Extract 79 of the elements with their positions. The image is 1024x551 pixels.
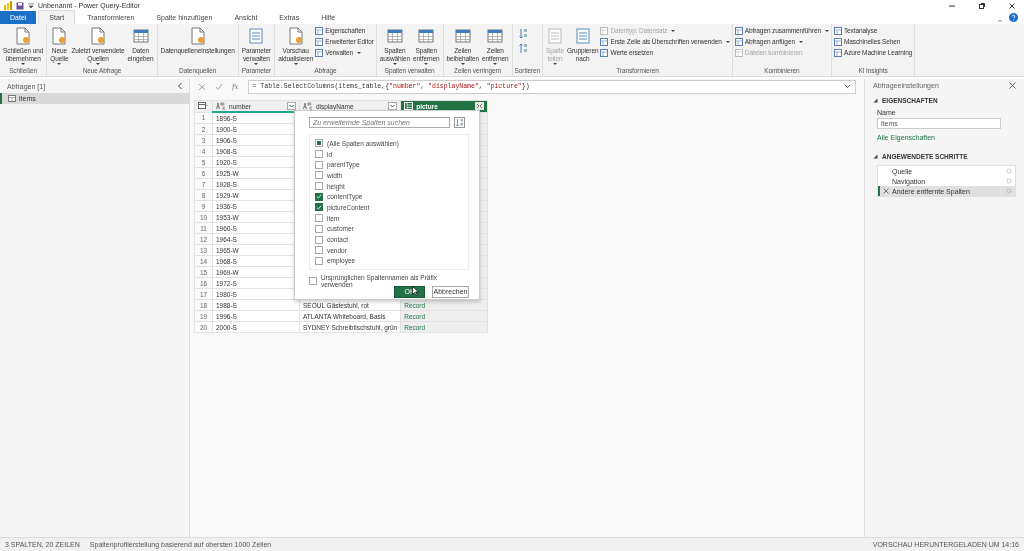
- document-icon: [189, 27, 206, 45]
- caret-icon: [21, 63, 26, 65]
- help-icon[interactable]: [1009, 13, 1018, 22]
- checkbox[interactable]: [315, 246, 323, 255]
- caret-icon: [798, 41, 803, 43]
- checkbox[interactable]: [315, 256, 323, 265]
- document-icon: [15, 27, 32, 45]
- table-icon: [833, 27, 842, 35]
- caret-icon: [293, 63, 298, 65]
- table-icon: [833, 49, 842, 57]
- chevron-down-icon[interactable]: [844, 84, 851, 89]
- table-icon: [8, 95, 16, 102]
- table-icon: [315, 38, 324, 46]
- sort-icon[interactable]: [454, 117, 465, 128]
- caret-icon: [824, 30, 829, 32]
- expand-icon[interactable]: [475, 102, 485, 111]
- table-icon: [487, 27, 504, 45]
- checkbox[interactable]: [315, 192, 323, 201]
- table-icon: [315, 27, 324, 35]
- collapse-icon[interactable]: [177, 82, 183, 90]
- table-icon: [833, 38, 842, 46]
- checkbox[interactable]: [315, 203, 323, 212]
- collapse-arrow-icon[interactable]: [873, 98, 878, 103]
- text-type-icon: [303, 102, 313, 111]
- document-icon: [51, 27, 68, 45]
- checkbox[interactable]: [315, 160, 323, 169]
- dropdown-icon[interactable]: [28, 2, 34, 9]
- table-icon: [454, 27, 471, 45]
- caret-icon: [493, 63, 498, 65]
- sort-descending-icon[interactable]: [518, 43, 528, 54]
- table-icon: [315, 49, 324, 57]
- check-icon[interactable]: [215, 82, 223, 91]
- list-icon: [547, 27, 563, 45]
- table-icon: [386, 27, 403, 45]
- cancel-icon[interactable]: [198, 82, 206, 91]
- document-icon: [287, 27, 304, 45]
- caret-icon: [96, 63, 101, 65]
- table-menu-button[interactable]: [194, 100, 213, 112]
- caret-icon: [725, 41, 730, 43]
- list-icon: [574, 27, 591, 45]
- checkbox[interactable]: [315, 150, 323, 159]
- caret-icon: [460, 63, 465, 65]
- checkbox[interactable]: [315, 139, 323, 148]
- close-icon[interactable]: [1009, 82, 1016, 89]
- sort-ascending-icon[interactable]: [518, 28, 528, 39]
- caret-icon: [424, 63, 429, 65]
- checkbox[interactable]: [315, 214, 323, 223]
- checkbox[interactable]: [309, 276, 317, 285]
- table-icon: [734, 27, 743, 35]
- table-icon: [600, 27, 609, 35]
- filter-dropdown-icon[interactable]: [388, 102, 398, 111]
- table-icon: [600, 49, 609, 57]
- checkbox[interactable]: [315, 182, 323, 191]
- caret-icon: [254, 63, 259, 65]
- list-icon: [248, 27, 265, 45]
- close-icon[interactable]: [1008, 1, 1016, 10]
- table-icon: [600, 38, 609, 46]
- table-icon: [734, 49, 743, 57]
- table-icon: [734, 38, 743, 46]
- caret-icon: [392, 63, 397, 65]
- filter-dropdown-icon[interactable]: [287, 102, 296, 110]
- caret-icon: [57, 63, 62, 65]
- save-icon[interactable]: [16, 1, 24, 10]
- table-icon: [418, 27, 435, 45]
- text-type-icon: [216, 102, 226, 110]
- document-icon: [90, 27, 107, 45]
- collapse-arrow-icon[interactable]: [873, 154, 878, 159]
- checkbox[interactable]: [315, 171, 323, 180]
- collapse-icon[interactable]: [997, 18, 1003, 24]
- caret-icon: [357, 52, 361, 54]
- caret-icon: [671, 30, 676, 32]
- delete-icon[interactable]: [883, 188, 889, 194]
- restore-icon[interactable]: [978, 1, 986, 10]
- app-logo-icon: [4, 1, 12, 10]
- caret-icon: [553, 63, 557, 65]
- checkbox[interactable]: [315, 235, 323, 244]
- checkbox[interactable]: [315, 224, 323, 233]
- table-icon: [132, 27, 149, 45]
- table-icon: [198, 102, 208, 110]
